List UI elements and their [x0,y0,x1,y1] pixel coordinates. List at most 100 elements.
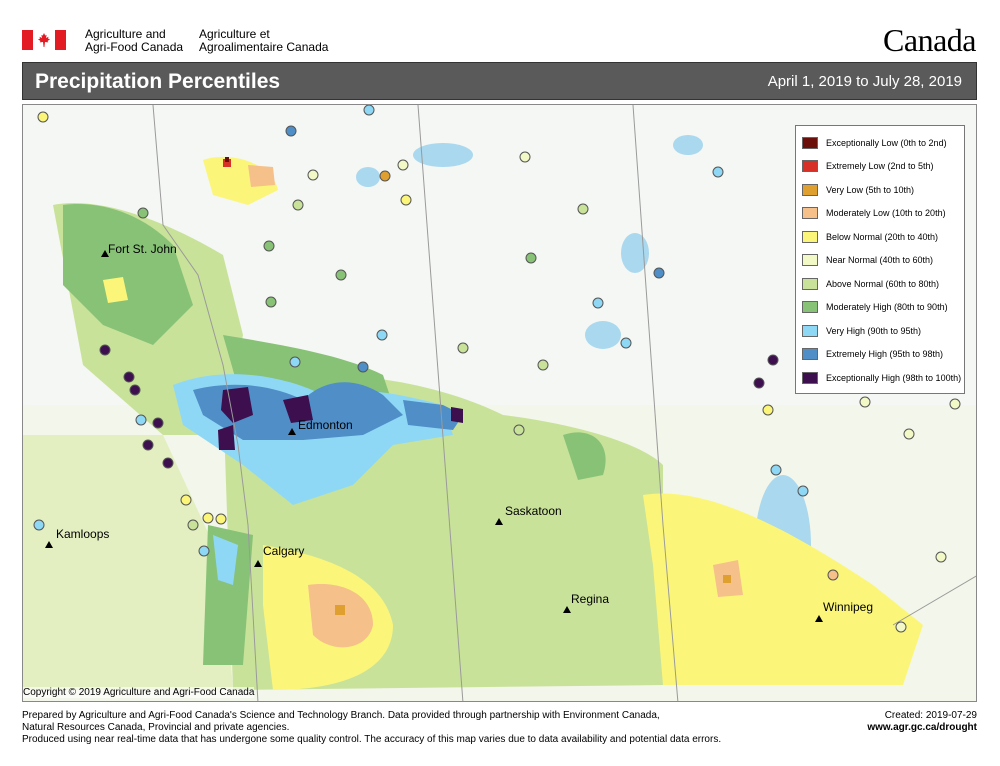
legend-swatch [802,348,818,361]
station-marker [457,342,469,354]
legend-item: Moderately Low (10th to 20th) [802,202,958,226]
station-marker [827,569,839,581]
station-marker [519,151,531,163]
legend-item: Extremely Low (2nd to 5th) [802,155,958,179]
map-canvas: Fort St. John Edmonton Kamloops Calgary … [22,104,977,702]
legend-swatch [802,136,818,149]
lake [585,321,621,349]
station-marker [180,494,192,506]
station-marker [762,404,774,416]
station-marker [770,464,782,476]
legend-swatch [802,301,818,314]
station-marker [376,329,388,341]
zone-moderately-low [248,165,275,187]
station-marker [592,297,604,309]
legend-swatch [802,183,818,196]
city-label-kamloops: Kamloops [56,527,109,541]
department-name-french: Agriculture et Agroalimentaire Canada [199,28,328,54]
dept-en-line2: Agri-Food Canada [85,40,184,54]
station-marker [400,194,412,206]
canada-wordmark: Canada [883,22,976,58]
maple-leaf-icon [38,33,50,47]
station-marker [292,199,304,211]
zone-very-low [335,605,345,615]
legend-item: Above Normal (60th to 80th) [802,272,958,296]
station-marker [379,170,391,182]
station-marker [797,485,809,497]
legend-item: Exceptionally High (98th to 100th) [802,366,962,390]
footer-meta: Created: 2019-07-29 www.agr.gc.ca/drough… [867,710,977,734]
station-marker [285,125,297,137]
legend-label: Exceptionally High (98th to 100th) [826,372,962,383]
city-label-winnipeg: Winnipeg [823,600,873,614]
legend-item: Moderately High (80th to 90th) [802,296,958,320]
date-range: April 1, 2019 to July 28, 2019 [767,73,962,90]
map-title: Precipitation Percentiles [35,70,281,93]
station-marker [753,377,765,389]
created-date: Created: 2019-07-29 [884,710,977,721]
station-marker [289,356,301,368]
canada-flag-icon [22,30,66,50]
legend-item: Near Normal (40th to 60th) [802,249,958,273]
legend-swatch [802,207,818,220]
zone-very-low [723,575,731,583]
drought-url-link[interactable]: www.agr.gc.ca/drought [867,722,977,734]
station-marker [137,207,149,219]
station-marker [357,361,369,373]
station-marker [859,396,871,408]
footer-disclaimer: Prepared by Agriculture and Agri-Food Ca… [22,710,802,746]
legend: Exceptionally Low (0th to 2nd) Extremely … [795,125,965,394]
station-marker [895,621,907,633]
legend-label: Extremely Low (2nd to 5th) [826,161,934,172]
station-marker [215,513,227,525]
station-marker [135,414,147,426]
station-marker [363,105,375,116]
station-marker [307,169,319,181]
station-marker [903,428,915,440]
city-label-saskatoon: Saskatoon [505,504,562,518]
legend-item: Extremely High (95th to 98th) [802,343,958,367]
footer: Prepared by Agriculture and Agri-Food Ca… [22,710,977,760]
copyright-notice: Copyright © 2019 Agriculture and Agri-Fo… [23,687,255,698]
station-marker [198,545,210,557]
footer-line1: Prepared by Agriculture and Agri-Food Ca… [22,710,660,721]
title-bar: Precipitation Percentiles April 1, 2019 … [22,62,977,100]
station-marker [949,398,961,410]
legend-label: Moderately High (80th to 90th) [826,302,948,313]
station-marker [620,337,632,349]
drought-map-page: Agriculture and Agri-Food Canada Agricul… [0,0,1000,766]
station-marker [152,417,164,429]
legend-label: Above Normal (60th to 80th) [826,278,940,289]
legend-item: Very High (90th to 95th) [802,319,958,343]
station-marker [513,424,525,436]
lake [673,135,703,155]
station-marker [653,267,665,279]
city-label-edmonton: Edmonton [298,418,353,432]
legend-swatch [802,254,818,267]
station-marker [712,166,724,178]
station-marker [37,111,49,123]
legend-label: Below Normal (20th to 40th) [826,231,939,242]
legend-item: Below Normal (20th to 40th) [802,225,958,249]
legend-item: Exceptionally Low (0th to 2nd) [802,131,958,155]
station-marker [162,457,174,469]
department-name-english: Agriculture and Agri-Food Canada [85,28,183,54]
legend-label: Very High (90th to 95th) [826,325,922,336]
station-marker [767,354,779,366]
legend-label: Near Normal (40th to 60th) [826,255,934,266]
dept-fr-line2: Agroalimentaire Canada [199,40,329,54]
station-marker [397,159,409,171]
lake [356,167,380,187]
station-marker [33,519,45,531]
legend-label: Exceptionally Low (0th to 2nd) [826,137,947,148]
city-label-fort-st-john: Fort St. John [108,242,177,256]
station-marker [335,269,347,281]
station-marker [99,344,111,356]
station-marker [142,439,154,451]
station-marker [202,512,214,524]
station-marker [935,551,947,563]
station-marker [129,384,141,396]
legend-label: Extremely High (95th to 98th) [826,349,944,360]
station-marker [265,296,277,308]
legend-label: Very Low (5th to 10th) [826,184,915,195]
